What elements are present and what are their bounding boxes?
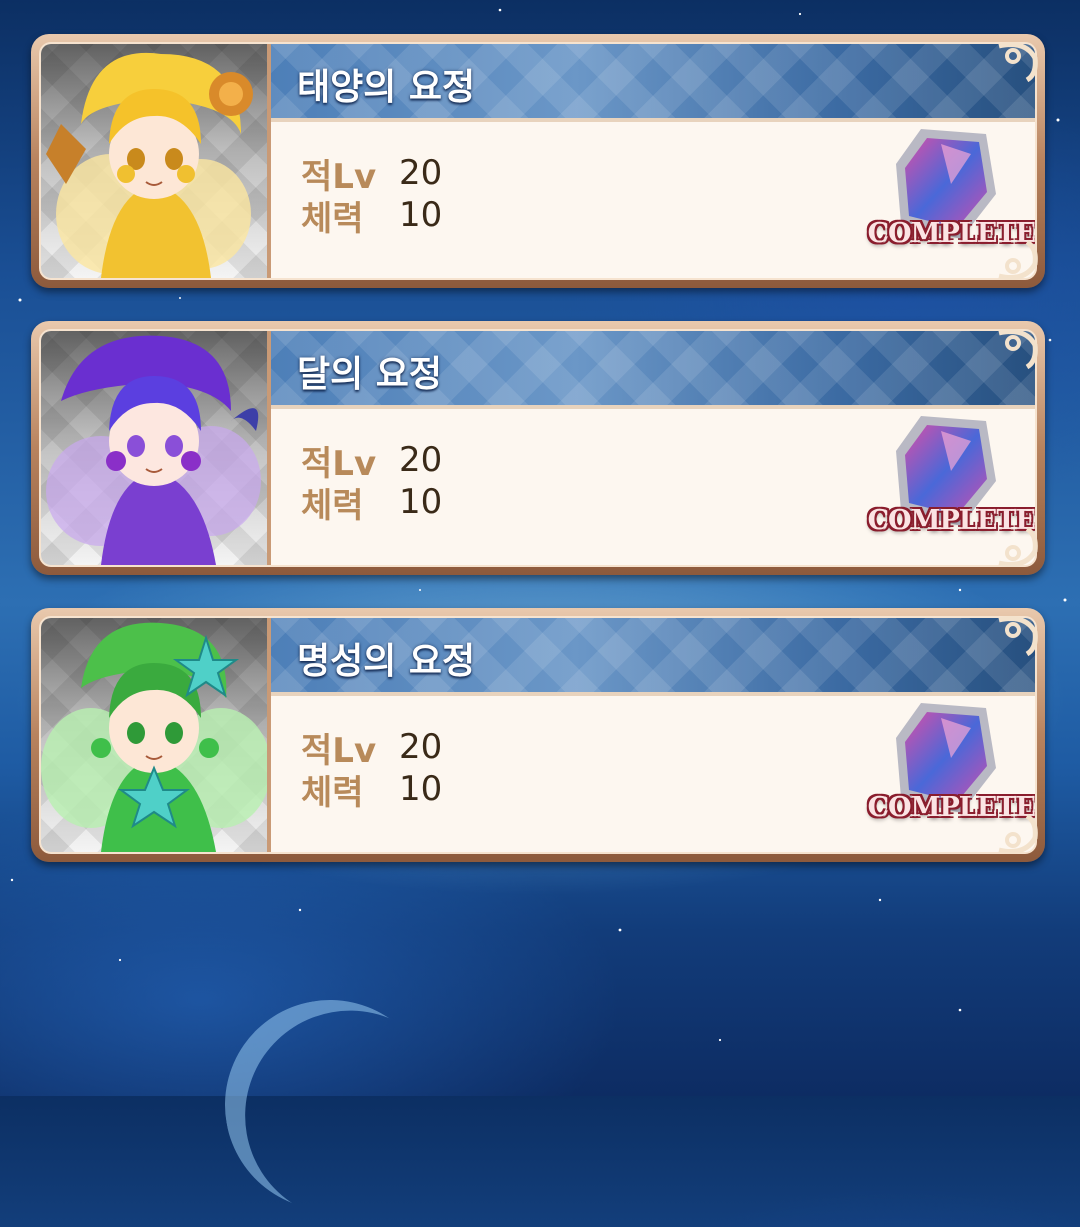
level-value: 20 [399,727,443,767]
hp-value: 10 [399,769,443,809]
hp-label: 체력 [301,772,364,813]
hp-value: 10 [399,195,443,235]
hp-label: 체력 [301,198,364,239]
fairy-card-sun[interactable]: 태양의 요정 적Lv 20 체력 10 COMPLETE [31,34,1045,288]
card-title-bar: 달의 요정 [271,331,1035,409]
card-stats: 적Lv 20 체력 10 [301,152,443,239]
hp-value: 10 [399,482,443,522]
card-title: 명성의 요정 [297,641,476,682]
card-stats: 적Lv 20 체력 10 [301,726,443,813]
fairy-portrait-icon [41,44,271,278]
level-value: 20 [399,153,443,193]
card-stats: 적Lv 20 체력 10 [301,439,443,526]
card-title: 달의 요정 [297,354,443,395]
fairy-card-star[interactable]: 명성의 요정 적Lv 20 체력 10 COMPLETE [31,608,1045,862]
moon-icon [208,983,451,1226]
corner-ornament-icon [998,813,1038,854]
corner-ornament-icon [998,42,1038,83]
corner-ornament-icon [998,526,1038,567]
corner-ornament-icon [998,239,1038,280]
corner-ornament-icon [998,329,1038,370]
fairy-portrait-icon [41,331,271,565]
corner-ornament-icon [998,616,1038,657]
card-title-bar: 명성의 요정 [271,618,1035,696]
fairy-portrait-icon [41,618,271,852]
hp-label: 체력 [301,485,364,526]
card-title-bar: 태양의 요정 [271,44,1035,122]
card-title: 태양의 요정 [297,67,476,108]
level-value: 20 [399,440,443,480]
fairy-card-moon[interactable]: 달의 요정 적Lv 20 체력 10 COMPLETE [31,321,1045,575]
